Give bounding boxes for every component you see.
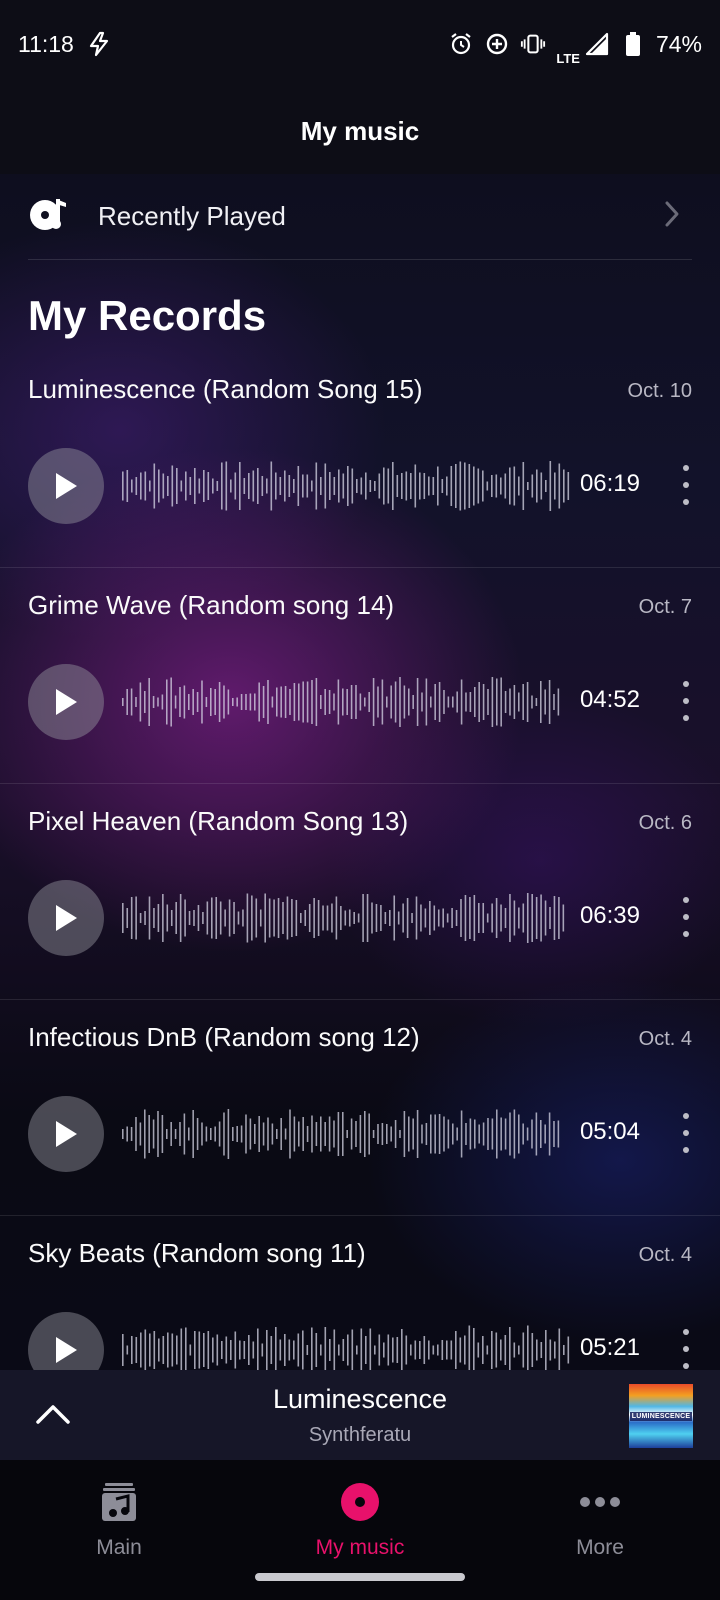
network-type-label: LTE [556, 50, 580, 66]
section-title-my-records: My Records [28, 292, 267, 339]
vibrate-icon [520, 31, 546, 57]
waveform[interactable] [122, 676, 562, 728]
record-title: Sky Beats (Random song 11) [28, 1238, 366, 1268]
play-button[interactable] [28, 448, 104, 524]
record-date: Oct. 6 [638, 812, 692, 834]
record-date: Oct. 7 [638, 596, 692, 618]
more-options-icon[interactable] [674, 1113, 698, 1153]
record-item[interactable]: Sky Beats (Random song 11) Oct. 4 05:21 [0, 1216, 720, 1370]
more-horizontal-icon [500, 1478, 700, 1526]
data-saver-icon [484, 31, 510, 57]
waveform[interactable] [122, 892, 567, 944]
now-playing-artist: Synthferatu [308, 1424, 412, 1446]
recently-played-label: Recently Played [98, 201, 286, 231]
record-item[interactable]: Pixel Heaven (Random Song 13) Oct. 6 06:… [0, 784, 720, 1000]
waveform[interactable] [122, 1324, 572, 1370]
waveform[interactable] [122, 460, 572, 512]
now-playing-title: Luminescence [272, 1384, 448, 1414]
nav-label-my-music: My music [315, 1536, 405, 1559]
record-date: Oct. 10 [627, 380, 692, 402]
play-button[interactable] [28, 664, 104, 740]
music-note-icon [19, 1478, 219, 1526]
nav-label-main: Main [96, 1536, 142, 1559]
record-item[interactable]: Infectious DnB (Random song 12) Oct. 4 0… [0, 1000, 720, 1216]
nav-item-more[interactable]: More [500, 1478, 700, 1560]
nav-item-my-music[interactable]: My music [260, 1478, 460, 1560]
record-duration: 06:39 [579, 902, 640, 929]
more-options-icon[interactable] [674, 465, 698, 505]
battery-percent: 74% [655, 30, 702, 57]
record-title: Pixel Heaven (Random Song 13) [28, 806, 409, 836]
record-title: Grime Wave (Random song 14) [28, 590, 395, 620]
play-icon [56, 689, 77, 715]
recently-played-icon [28, 194, 68, 239]
app-header: My music [0, 88, 720, 174]
home-indicator[interactable] [255, 1573, 465, 1581]
play-icon [56, 1337, 77, 1363]
battery-icon [620, 31, 646, 57]
record-title: Infectious DnB (Random song 12) [28, 1022, 420, 1052]
nav-item-main[interactable]: Main [19, 1478, 219, 1560]
play-icon [56, 473, 77, 499]
nav-label-more: More [576, 1536, 624, 1559]
record-duration: 05:04 [579, 1118, 640, 1145]
more-options-icon[interactable] [674, 1329, 698, 1369]
record-icon [260, 1478, 460, 1526]
status-time: 11:18 [18, 30, 74, 57]
status-bar: 11:18 LTE 74% [0, 0, 720, 88]
play-button[interactable] [28, 1096, 104, 1172]
alarm-icon [448, 31, 474, 57]
record-item[interactable]: Grime Wave (Random song 14) Oct. 7 04:52 [0, 568, 720, 784]
play-button[interactable] [28, 1312, 104, 1370]
records-list[interactable]: Luminescence (Random Song 15) Oct. 10 06… [0, 352, 720, 1370]
charging-bolt-icon [86, 31, 112, 57]
record-title: Luminescence (Random Song 15) [28, 374, 423, 404]
play-button[interactable] [28, 880, 104, 956]
more-options-icon[interactable] [674, 681, 698, 721]
album-art-thumbnail[interactable]: LUMINESCENCE [629, 1384, 693, 1448]
chevron-right-icon [662, 200, 682, 233]
record-duration: 06:19 [579, 470, 640, 497]
more-options-icon[interactable] [674, 897, 698, 937]
mini-player[interactable]: Luminescence Synthferatu LUMINESCENCE [0, 1370, 720, 1460]
waveform[interactable] [122, 1108, 562, 1160]
record-date: Oct. 4 [638, 1028, 692, 1050]
record-duration: 04:52 [579, 686, 640, 713]
record-date: Oct. 4 [638, 1244, 692, 1266]
record-duration: 05:21 [579, 1334, 640, 1361]
play-icon [56, 905, 77, 931]
record-item[interactable]: Luminescence (Random Song 15) Oct. 10 06… [0, 352, 720, 568]
album-art-text: LUMINESCENCE [629, 1411, 693, 1421]
play-icon [56, 1121, 77, 1147]
signal-icon [584, 31, 610, 57]
recently-played-row[interactable]: Recently Played [28, 174, 692, 260]
page-title: My music [300, 115, 420, 146]
